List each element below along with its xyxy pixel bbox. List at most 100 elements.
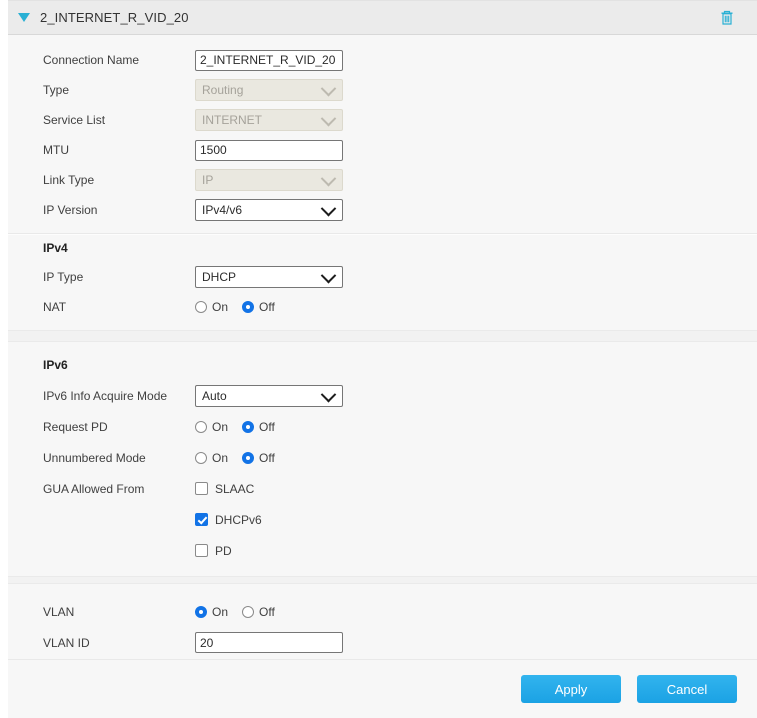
radio-icon	[242, 421, 254, 433]
row-mtu: MTU	[8, 135, 757, 165]
request-pd-radio-on-label: On	[212, 420, 228, 434]
checkbox-icon	[195, 482, 208, 495]
section-divider	[8, 576, 757, 584]
request-pd-radio-off-label: Off	[259, 420, 275, 434]
panel-body: Connection Name Type Routing Service Lis…	[8, 35, 757, 717]
panel-header[interactable]: 2_INTERNET_R_VID_20	[8, 0, 757, 35]
chevron-down-icon	[321, 171, 337, 187]
row-ipv6-acquire-mode: IPv6 Info Acquire Mode Auto	[8, 380, 757, 411]
unnumbered-mode-radio-group: On Off	[195, 451, 289, 465]
radio-icon	[195, 606, 207, 618]
label-type: Type	[43, 83, 195, 97]
row-gua-allowed-from: GUA Allowed From SLAAC	[8, 473, 757, 504]
mtu-input[interactable]	[195, 140, 343, 161]
chevron-down-icon	[321, 81, 337, 97]
vlan-radio-off-label: Off	[259, 605, 275, 619]
ip-type-select[interactable]: DHCP	[195, 266, 343, 288]
label-link-type: Link Type	[43, 173, 195, 187]
section-title-ipv4: IPv4	[8, 234, 757, 262]
request-pd-radio-off[interactable]: Off	[242, 420, 275, 434]
vlan-radio-on[interactable]: On	[195, 605, 228, 619]
panel-title: 2_INTERNET_R_VID_20	[40, 10, 189, 25]
row-connection-name: Connection Name	[8, 45, 757, 75]
row-gua-pd: PD	[8, 535, 757, 566]
chevron-down-icon	[321, 268, 337, 284]
ip-version-select[interactable]: IPv4/v6	[195, 199, 343, 221]
label-nat: NAT	[43, 300, 195, 314]
radio-icon	[195, 421, 207, 433]
vlan-radio-on-label: On	[212, 605, 228, 619]
chevron-down-icon	[321, 201, 337, 217]
radio-icon	[242, 606, 254, 618]
type-select: Routing	[195, 79, 343, 101]
section-ipv6: IPv6 IPv6 Info Acquire Mode Auto Request…	[8, 342, 757, 576]
row-gua-dhcpv6: DHCPv6	[8, 504, 757, 535]
nat-radio-on-label: On	[212, 300, 228, 314]
trash-icon[interactable]	[718, 9, 736, 27]
ipv6-acquire-mode-value: Auto	[202, 389, 227, 403]
checkbox-icon	[195, 544, 208, 557]
label-ip-type: IP Type	[43, 270, 195, 284]
label-gua-allowed-from: GUA Allowed From	[43, 482, 195, 496]
row-ip-version: IP Version IPv4/v6	[8, 195, 757, 225]
ip-version-select-value: IPv4/v6	[202, 203, 242, 217]
gua-checkbox-dhcpv6-label: DHCPv6	[215, 513, 262, 527]
row-unnumbered-mode: Unnumbered Mode On Off	[8, 442, 757, 473]
gua-checkbox-slaac[interactable]: SLAAC	[195, 482, 254, 496]
chevron-down-icon	[321, 111, 337, 127]
label-ipv6-acquire-mode: IPv6 Info Acquire Mode	[43, 389, 195, 403]
gua-checkbox-dhcpv6[interactable]: DHCPv6	[195, 513, 262, 527]
vlan-id-input[interactable]	[195, 632, 343, 653]
chevron-down-icon	[321, 386, 337, 402]
unnumbered-mode-radio-on-label: On	[212, 451, 228, 465]
radio-icon	[195, 452, 207, 464]
ipv6-acquire-mode-select[interactable]: Auto	[195, 385, 343, 407]
row-vlan-id: VLAN ID	[8, 627, 757, 658]
nat-radio-on[interactable]: On	[195, 300, 228, 314]
checkbox-icon	[195, 513, 208, 526]
label-request-pd: Request PD	[43, 420, 195, 434]
radio-icon	[242, 301, 254, 313]
row-nat: NAT On Off	[8, 292, 757, 322]
section-title-ipv6: IPv6	[8, 342, 757, 380]
label-connection-name: Connection Name	[43, 53, 195, 67]
caret-down-icon[interactable]	[18, 13, 30, 22]
section-ipv4: IPv4 IP Type DHCP NAT On Off	[8, 233, 757, 330]
nat-radio-group: On Off	[195, 300, 289, 314]
link-type-select: IP	[195, 169, 343, 191]
nat-radio-off[interactable]: Off	[242, 300, 275, 314]
unnumbered-mode-radio-off[interactable]: Off	[242, 451, 275, 465]
vlan-radio-off[interactable]: Off	[242, 605, 275, 619]
cancel-button[interactable]: Cancel	[637, 675, 737, 703]
unnumbered-mode-radio-on[interactable]: On	[195, 451, 228, 465]
unnumbered-mode-radio-off-label: Off	[259, 451, 275, 465]
service-list-select-value: INTERNET	[202, 113, 262, 127]
section-divider	[8, 330, 757, 342]
request-pd-radio-group: On Off	[195, 420, 289, 434]
radio-icon	[195, 301, 207, 313]
panel-footer: Apply Cancel	[8, 659, 757, 717]
connection-name-input[interactable]	[195, 50, 343, 71]
gua-checkbox-pd[interactable]: PD	[195, 544, 232, 558]
type-select-value: Routing	[202, 83, 243, 97]
vlan-radio-group: On Off	[195, 605, 289, 619]
section-general: Connection Name Type Routing Service Lis…	[8, 35, 757, 233]
request-pd-radio-on[interactable]: On	[195, 420, 228, 434]
row-type: Type Routing	[8, 75, 757, 105]
gua-checkbox-pd-label: PD	[215, 544, 232, 558]
gua-checkbox-slaac-label: SLAAC	[215, 482, 254, 496]
row-service-list: Service List INTERNET	[8, 105, 757, 135]
service-list-select: INTERNET	[195, 109, 343, 131]
label-mtu: MTU	[43, 143, 195, 157]
radio-icon	[242, 452, 254, 464]
row-link-type: Link Type IP	[8, 165, 757, 195]
label-unnumbered-mode: Unnumbered Mode	[43, 451, 195, 465]
label-vlan: VLAN	[43, 605, 195, 619]
ip-type-select-value: DHCP	[202, 270, 236, 284]
label-ip-version: IP Version	[43, 203, 195, 217]
nat-radio-off-label: Off	[259, 300, 275, 314]
label-vlan-id: VLAN ID	[43, 636, 195, 650]
apply-button[interactable]: Apply	[521, 675, 621, 703]
connection-config-panel: 2_INTERNET_R_VID_20 Connection Name Type…	[0, 0, 757, 718]
row-vlan-enable: VLAN On Off	[8, 596, 757, 627]
